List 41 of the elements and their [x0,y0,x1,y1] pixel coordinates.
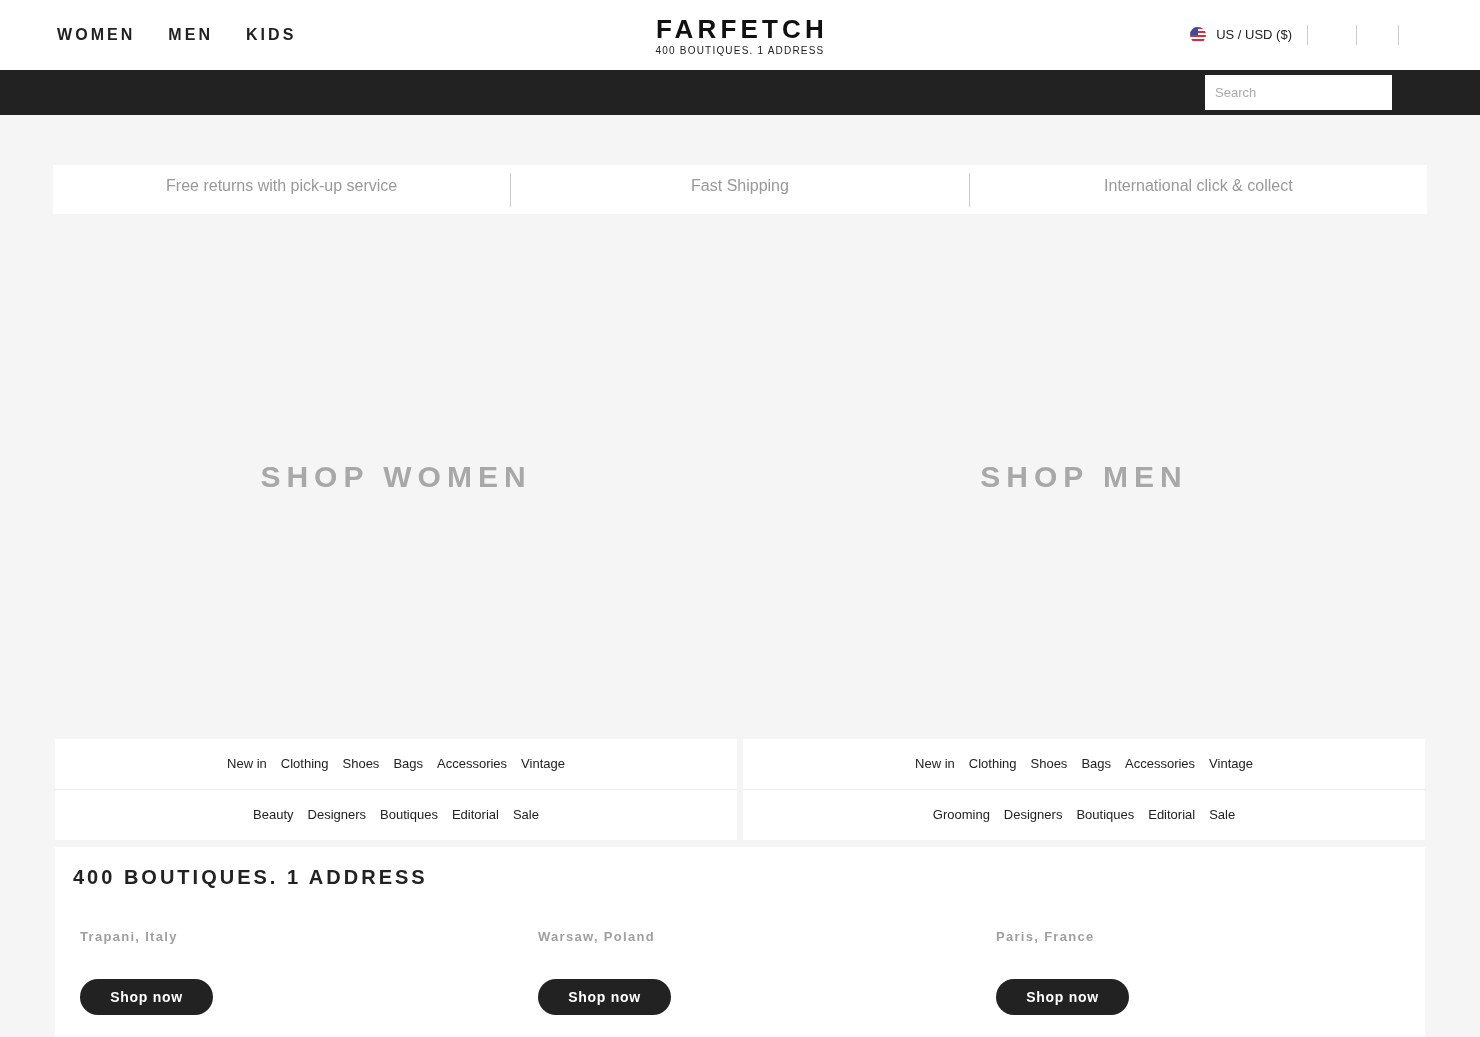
category-link[interactable]: Bags [1081,754,1111,774]
category-link[interactable]: New in [227,754,267,774]
shop-now-button[interactable]: Shop now [996,979,1129,1015]
usp-text: International click & collect [1104,176,1293,196]
category-link[interactable]: Vintage [1209,754,1253,774]
category-link[interactable]: Designers [307,805,367,825]
site-logo[interactable]: FARFETCH 400 BOUTIQUES. 1 ADDRESS [652,13,828,57]
category-link[interactable]: Beauty [253,805,294,825]
city-name: Trapani, Italy [80,929,178,945]
usp-text: Fast Shipping [691,176,789,196]
nav-link[interactable]: WOMEN [57,23,136,47]
us-flag-icon [1190,27,1207,43]
category-link[interactable]: Accessories [437,754,508,774]
logo-wordmark: FARFETCH [655,15,828,42]
shop-now-button[interactable]: Shop now [80,979,213,1015]
category-link[interactable]: Bags [393,754,423,774]
category-link[interactable]: Vintage [521,754,565,774]
search-field[interactable]: Search [1205,75,1392,110]
category-link[interactable]: Designers [1003,805,1063,825]
category-link[interactable]: Editorial [451,805,499,825]
category-link[interactable]: Boutiques [380,805,438,825]
category-link[interactable]: Sale [512,805,539,825]
city-name: Paris, France [996,929,1095,945]
category-link[interactable]: New in [915,754,955,774]
category-link[interactable]: Shoes [1030,754,1068,774]
category-link[interactable]: Grooming [932,805,990,825]
shop-now-button[interactable]: Shop now [538,979,671,1015]
nav-link[interactable]: MEN [168,23,213,47]
category-link[interactable]: Clothing [968,754,1017,774]
category-link[interactable]: Shoes [342,754,380,774]
category-link[interactable]: Clothing [280,754,329,774]
category-link[interactable]: Editorial [1148,805,1196,825]
category-link[interactable]: Sale [1209,805,1236,825]
category-link[interactable]: Accessories [1125,754,1196,774]
category-link[interactable]: Boutiques [1076,805,1135,825]
locale-selector[interactable]: US / USD ($) [1190,25,1292,45]
nav-link[interactable]: KIDS [246,23,297,47]
city-name: Warsaw, Poland [538,929,655,945]
usp-text: Free returns with pick-up service [166,176,398,196]
section-title: 400 BOUTIQUES. 1 ADDRESS [73,865,429,889]
logo-tagline: 400 BOUTIQUES. 1 ADDRESS [655,44,825,57]
